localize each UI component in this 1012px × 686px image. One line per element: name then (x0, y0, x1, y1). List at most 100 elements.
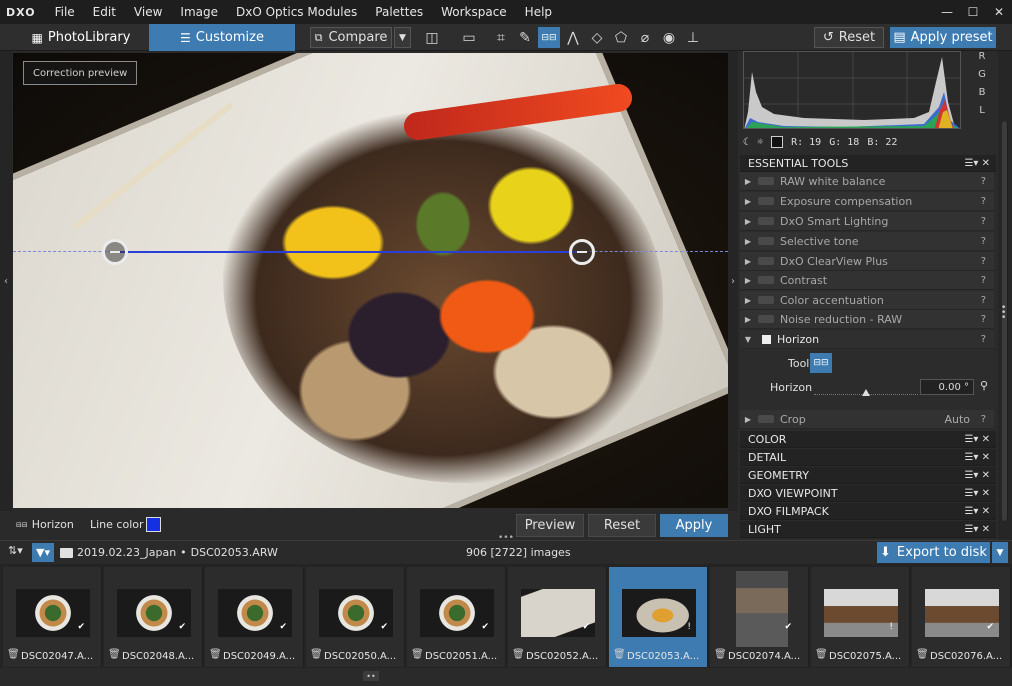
filmstrip-item[interactable]: ✔ 🗑 DSC02050.A... (306, 567, 405, 667)
red-eye-icon[interactable]: ◉ (658, 27, 680, 48)
horizon-slider-thumb[interactable] (862, 389, 870, 396)
filter-button[interactable]: ▼▾ (32, 543, 54, 562)
crop-icon[interactable]: ⌗ (490, 27, 512, 48)
menu-workspace[interactable]: Workspace (432, 0, 516, 24)
moon-icon[interactable]: ☾ (743, 137, 749, 148)
detail-section-header[interactable]: DETAIL ☰▾ ✕ (740, 449, 996, 466)
help-icon[interactable]: ? (981, 216, 986, 227)
filmstrip-item[interactable]: ✔ 🗑 DSC02051.A... (407, 567, 506, 667)
sort-button[interactable]: ⇅▾ (8, 544, 23, 557)
local-adjustments-icon[interactable]: ⊥ (682, 27, 704, 48)
tool-toggle[interactable] (758, 197, 774, 205)
horizon-slider[interactable] (814, 385, 918, 396)
photo-canvas[interactable]: Correction preview (13, 53, 728, 508)
horizon-value-input[interactable]: 0.00 ° (920, 379, 974, 395)
menu-view[interactable]: View (125, 0, 171, 24)
close-button[interactable]: ✕ (986, 0, 1012, 24)
filmstrip-item[interactable]: ✔ 🗑 DSC02047.A... (3, 567, 102, 667)
panel-menu-close-icon[interactable]: ☰▾ ✕ (964, 452, 990, 463)
essential-tools-header[interactable]: ESSENTIAL TOOLS ☰▾ ✕ (740, 155, 996, 172)
trash-icon[interactable]: 🗑 (108, 649, 121, 660)
geometry-section-header[interactable]: GEOMETRY ☰▾ ✕ (740, 467, 996, 484)
repair-icon[interactable]: ⌀ (634, 27, 656, 48)
panel-scrollbar[interactable]: • • • (998, 51, 1012, 540)
menu-palettes[interactable]: Palettes (366, 0, 432, 24)
help-icon[interactable]: ? (981, 256, 986, 267)
tool-checkbox[interactable] (762, 334, 771, 344)
trash-icon[interactable]: 🗑 (815, 649, 828, 660)
menu-dxo-optics-modules[interactable]: DxO Optics Modules (227, 0, 366, 24)
filmstrip-item[interactable]: ✔ 🗑 DSC02052.A... (508, 567, 607, 667)
reset-button[interactable]: Reset (588, 514, 656, 537)
tool-raw-white-balance[interactable]: ▶ RAW white balance ? (740, 172, 994, 191)
tool-selective-tone[interactable]: ▶ Selective tone ? (740, 232, 994, 251)
panel-menu-close-icon[interactable]: ☰▾ ✕ (964, 470, 990, 481)
tool-color-accentuation[interactable]: ▶ Color accentuation ? (740, 291, 994, 310)
help-icon[interactable]: ? (981, 196, 986, 207)
filmstrip-item[interactable]: ✔ 🗑 DSC02049.A... (205, 567, 304, 667)
tool-horizon[interactable]: ▼ Horizon ? (740, 330, 994, 349)
trash-icon[interactable]: 🗑 (512, 649, 525, 660)
eyedropper-icon[interactable]: ✎ (514, 27, 536, 48)
maximize-button[interactable]: ☐ (960, 0, 986, 24)
panel-menu-close-icon[interactable]: ☰▾ ✕ (964, 488, 990, 499)
tool-toggle[interactable] (758, 276, 774, 284)
help-icon[interactable]: ? (981, 334, 986, 345)
tool-clearview-plus[interactable]: ▶ DxO ClearView Plus ? (740, 252, 994, 271)
horizon-line[interactable] (115, 251, 582, 253)
filmstrip-collapse-grip-icon[interactable]: ••• (498, 533, 514, 543)
tool-toggle[interactable] (758, 237, 774, 245)
apply-button[interactable]: Apply (660, 514, 728, 537)
horizon-tool-button[interactable]: ⊟⊟ (810, 353, 832, 373)
trash-icon[interactable]: 🗑 (714, 649, 727, 660)
help-icon[interactable]: ? (981, 176, 986, 187)
channel-b[interactable]: B (974, 87, 990, 105)
expand-icon[interactable]: ▶ (740, 257, 756, 266)
panel-resize-grip-icon[interactable]: • • • (1001, 304, 1006, 323)
filmpack-section-header[interactable]: DXO FILMPACK ☰▾ ✕ (740, 503, 996, 520)
tool-exposure-compensation[interactable]: ▶ Exposure compensation ? (740, 192, 994, 211)
panel-menu-close-icon[interactable]: ☰▾ ✕ (964, 158, 990, 169)
tool-crop[interactable]: ▶ Crop Auto ? (740, 410, 994, 429)
color-section-header[interactable]: COLOR ☰▾ ✕ (740, 431, 996, 448)
reset-toolbar-button[interactable]: ↺ Reset (814, 27, 884, 48)
expand-icon[interactable]: ▶ (740, 217, 756, 226)
expand-icon[interactable]: ▶ (740, 177, 756, 186)
tool-noise-reduction[interactable]: ▶ Noise reduction - RAW ? (740, 310, 994, 329)
right-panel-toggle[interactable]: › (728, 51, 738, 511)
trash-icon[interactable]: 🗑 (613, 649, 626, 660)
filmstrip-scroll-grip-icon[interactable]: •• (363, 671, 379, 681)
preview-button[interactable]: Preview (516, 514, 584, 537)
help-icon[interactable]: ? (981, 236, 986, 247)
horizon-tool-icon[interactable]: ⊟⊟ (538, 27, 560, 48)
eyedropper-picker-icon[interactable]: ⚲ (980, 379, 988, 392)
filmstrip-item-selected[interactable]: ! 🗑 DSC02053.A... (609, 567, 708, 667)
trash-icon[interactable]: 🗑 (310, 649, 323, 660)
filmstrip-item[interactable]: ✔ 🗑 DSC02076.A... (912, 567, 1011, 667)
trash-icon[interactable]: 🗑 (916, 649, 929, 660)
help-icon[interactable]: ? (981, 414, 986, 425)
expand-icon[interactable]: ▶ (740, 315, 756, 324)
apply-preset-button[interactable]: ▤ Apply preset (890, 27, 996, 48)
line-color-swatch[interactable] (146, 517, 161, 532)
left-panel-toggle[interactable]: ‹ (0, 51, 12, 511)
eight-point-perspective-icon[interactable]: ⬠ (610, 27, 632, 48)
expand-icon[interactable]: ▶ (740, 237, 756, 246)
channel-l[interactable]: L (974, 105, 990, 123)
filmstrip-item[interactable]: ✔ 🗑 DSC02048.A... (104, 567, 203, 667)
help-icon[interactable]: ? (981, 314, 986, 325)
help-icon[interactable]: ? (981, 275, 986, 286)
horizon-handle-left[interactable] (102, 239, 128, 265)
filmstrip-item[interactable]: ! 🗑 DSC02075.A... (811, 567, 910, 667)
fullscreen-icon[interactable]: ▭ (458, 27, 480, 48)
menu-file[interactable]: File (46, 0, 84, 24)
correction-preview-toggle[interactable]: Correction preview (23, 61, 138, 85)
tool-toggle[interactable] (758, 296, 774, 304)
menu-edit[interactable]: Edit (84, 0, 125, 24)
horizon-handle-right[interactable] (569, 239, 595, 265)
trash-icon[interactable]: 🗑 (411, 649, 424, 660)
tool-toggle[interactable] (758, 315, 774, 323)
panel-menu-close-icon[interactable]: ☰▾ ✕ (964, 506, 990, 517)
expand-icon[interactable]: ▶ (740, 197, 756, 206)
trash-icon[interactable]: 🗑 (209, 649, 222, 660)
